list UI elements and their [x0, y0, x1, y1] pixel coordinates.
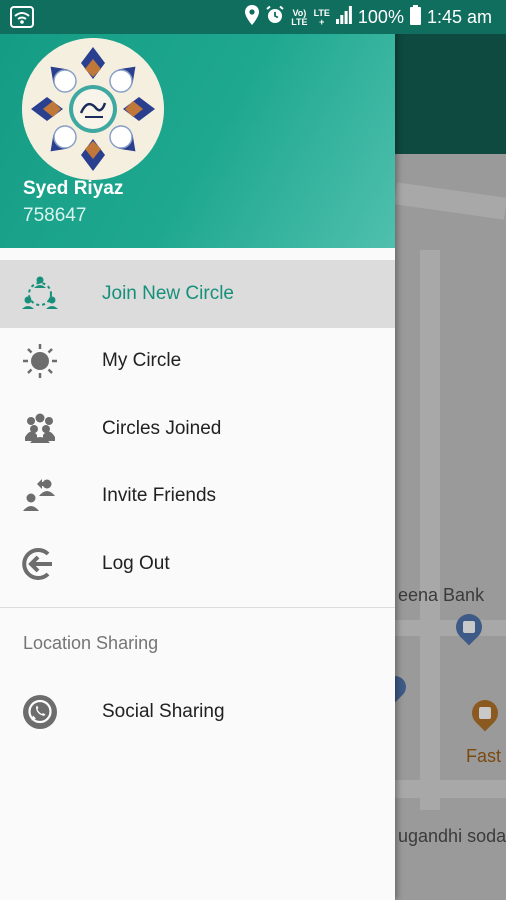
sun-circle-icon [22, 343, 58, 379]
group-icon [22, 411, 58, 447]
section-title: Location Sharing [23, 633, 159, 653]
join-circle-icon [22, 276, 58, 312]
map-label-soda: ugandhi soda [398, 826, 506, 846]
map-pin-icon[interactable] [450, 608, 488, 646]
menu-item-label: Join New Circle [102, 282, 234, 304]
lte-icon: LTE + [313, 7, 330, 27]
map-pin-icon[interactable] [466, 694, 504, 732]
drawer-menu: Join New Circle My Circle Circles Joined… [0, 260, 395, 598]
menu-item-label: My Circle [102, 350, 182, 372]
menu-item-label: Circles Joined [102, 417, 222, 439]
battery-icon [409, 5, 421, 30]
menu-item-label: Social Sharing [102, 700, 225, 722]
menu-item-label: Invite Friends [102, 485, 217, 507]
user-id: 758647 [23, 205, 87, 226]
map-road [395, 780, 506, 798]
menu-item-circles-joined[interactable]: Circles Joined [0, 395, 395, 463]
volte-icon: Vo) LTE [291, 7, 308, 27]
clock-time: 1:45 am [426, 7, 492, 27]
menu-item-invite-friends[interactable]: Invite Friends [0, 463, 395, 531]
battery-percent: 100% [357, 7, 404, 27]
menu-item-my-circle[interactable]: My Circle [0, 328, 395, 396]
menu-item-label: Log Out [102, 552, 170, 574]
user-name: Syed Riyaz [23, 178, 124, 199]
divider [0, 607, 395, 608]
map-road [395, 620, 506, 636]
map-road [394, 182, 506, 220]
avatar[interactable] [22, 38, 164, 180]
notification-icon [10, 6, 34, 33]
map-road [420, 250, 440, 810]
signal-icon [335, 6, 352, 29]
menu-item-log-out[interactable]: Log Out [0, 530, 395, 598]
drawer-header: Syed Riyaz 758647 [0, 0, 395, 248]
whatsapp-icon [22, 694, 58, 730]
map-label-fast: Fast [466, 746, 502, 766]
status-bar: Vo) LTE LTE + 100% 1:45 am [0, 0, 506, 34]
menu-item-social-sharing[interactable]: Social Sharing [0, 678, 395, 745]
logout-icon [22, 546, 58, 582]
menu-item-join-new-circle[interactable]: Join New Circle [0, 260, 395, 328]
alarm-icon [265, 5, 285, 30]
invite-icon [22, 478, 58, 514]
location-icon [245, 5, 260, 30]
navigation-drawer: Syed Riyaz 758647 Join New Circle My Cir… [0, 0, 395, 900]
map-label-bank: eena Bank [398, 585, 485, 605]
